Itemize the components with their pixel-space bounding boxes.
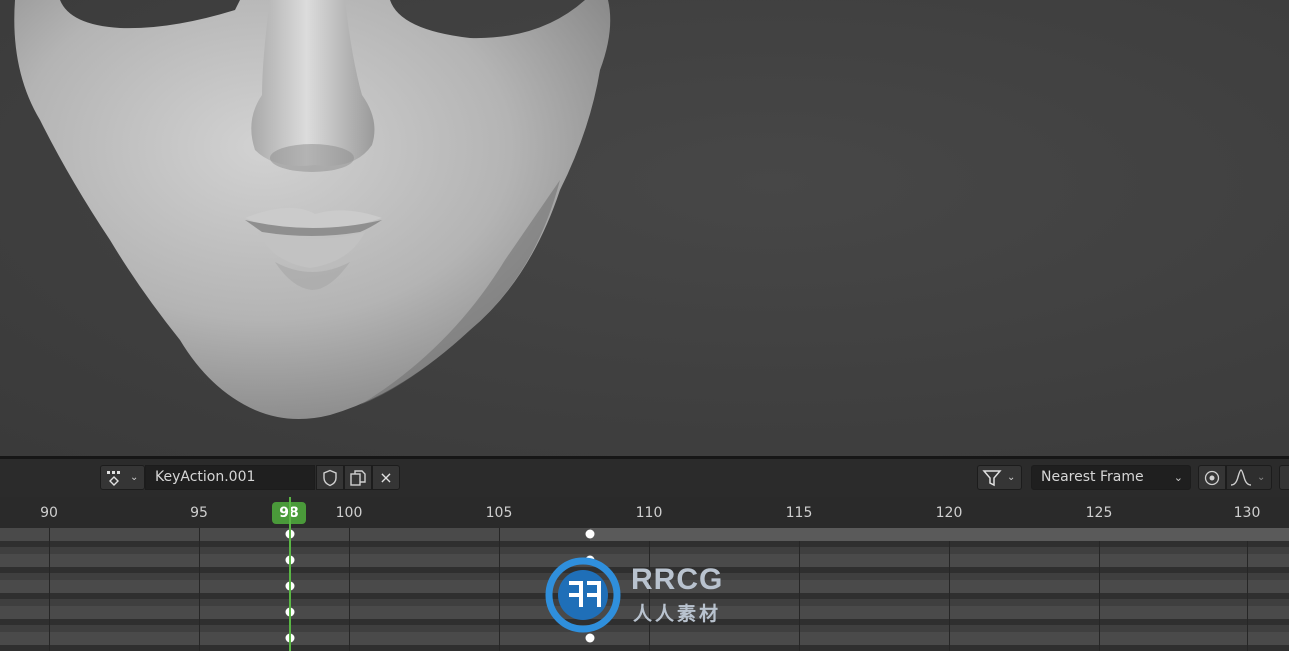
shield-icon — [323, 469, 337, 487]
proportional-edit-button[interactable] — [1198, 465, 1226, 490]
falloff-curve-icon — [1230, 469, 1252, 486]
unlink-action-button[interactable]: × — [372, 465, 400, 490]
keyframe[interactable] — [585, 529, 595, 539]
watermark-subtitle: 人人素材 — [633, 603, 722, 625]
ruler-tick-label: 125 — [1085, 505, 1113, 521]
ruler-tick-label: 130 — [1233, 505, 1261, 521]
dopesheet-header: ⌄ KeyAction.001 × ⌄ Nearest Frame ⌄ ⌄ — [0, 459, 1289, 497]
3d-viewport[interactable] — [0, 0, 1289, 456]
duplicate-icon — [350, 470, 366, 486]
grid-line — [799, 528, 800, 651]
snap-mode-select[interactable]: Nearest Frame ⌄ — [1031, 465, 1191, 490]
fake-user-button[interactable] — [316, 465, 344, 490]
blender-window: ⌄ KeyAction.001 × ⌄ Nearest Frame ⌄ ⌄ 90… — [0, 0, 1289, 651]
grid-line — [499, 528, 500, 651]
grid-line — [949, 528, 950, 651]
filter-button[interactable]: ⌄ — [977, 465, 1022, 490]
close-icon: × — [379, 468, 393, 487]
filter-icon — [982, 470, 1002, 487]
ruler-tick-label: 105 — [485, 505, 513, 521]
grid-line — [1247, 528, 1248, 651]
action-mode-button[interactable]: ⌄ — [100, 465, 145, 490]
chevron-down-icon: ⌄ — [1257, 472, 1266, 483]
watermark-title: RRCG — [631, 563, 724, 596]
overflow-button[interactable] — [1279, 465, 1289, 490]
key-hold-bar — [590, 528, 1289, 541]
chevron-down-icon: ⌄ — [1007, 472, 1016, 483]
ruler-tick-label: 115 — [785, 505, 813, 521]
proportional-edit-icon — [1204, 470, 1220, 486]
frame-ruler[interactable]: 90 95 100 105 110 115 120 125 130 98 — [0, 497, 1289, 528]
ruler-tick-label: 90 — [40, 505, 58, 521]
ruler-tick-label: 95 — [190, 505, 208, 521]
grid-line — [349, 528, 350, 651]
action-name-field[interactable]: KeyAction.001 — [145, 465, 315, 490]
duplicate-action-button[interactable] — [344, 465, 372, 490]
action-mode-icon — [107, 471, 120, 486]
chevron-down-icon: ⌄ — [1173, 471, 1183, 484]
grid-line — [49, 528, 50, 651]
action-name-label: KeyAction.001 — [155, 469, 256, 485]
ruler-tick-label: 120 — [935, 505, 963, 521]
ruler-tick-label: 100 — [335, 505, 363, 521]
rrcg-logo — [545, 557, 621, 633]
chevron-down-icon: ⌄ — [130, 472, 139, 483]
playhead[interactable] — [289, 497, 291, 651]
watermark: RRCG 人人素材 — [545, 555, 745, 635]
snap-mode-label: Nearest Frame — [1041, 469, 1144, 485]
face-mask-model — [14, 0, 611, 419]
proportional-falloff-button[interactable]: ⌄ — [1226, 465, 1272, 490]
grid-line — [1099, 528, 1100, 651]
ruler-tick-label: 110 — [635, 505, 663, 521]
grid-line — [199, 528, 200, 651]
